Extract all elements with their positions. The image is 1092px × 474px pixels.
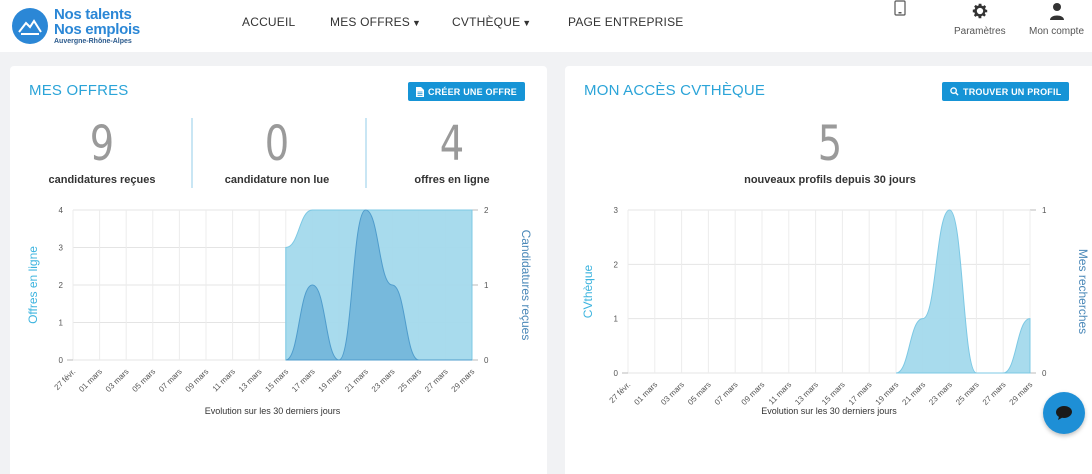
y-axis-title-right: Mes recherches bbox=[1076, 249, 1090, 334]
caret-down-icon: ▼ bbox=[522, 18, 532, 28]
x-tick-label: 27 févr. bbox=[52, 367, 77, 392]
y-tick-right: 2 bbox=[484, 206, 489, 215]
x-tick-label: 21 mars bbox=[900, 380, 927, 407]
x-tick-label: 17 mars bbox=[847, 380, 874, 407]
settings-button[interactable]: Paramètres bbox=[954, 2, 1006, 37]
x-tick-label: 05 mars bbox=[130, 367, 157, 394]
x-tick-label: 21 mars bbox=[343, 367, 370, 394]
x-tick-label: 07 mars bbox=[713, 380, 740, 407]
y-tick-left: 1 bbox=[614, 315, 619, 324]
nav-mes-offres-label: MES OFFRES bbox=[330, 15, 411, 29]
cvtheque-panel: MON ACCÈS CVTHÈQUE TROUVER UN PROFIL 5 n… bbox=[565, 66, 1092, 474]
x-axis-title: Evolution sur les 30 derniers jours bbox=[205, 406, 341, 416]
x-tick-label: 23 mars bbox=[927, 380, 954, 407]
x-tick-label: 27 févr. bbox=[607, 380, 632, 405]
x-tick-label: 01 mars bbox=[77, 367, 104, 394]
y-tick-left: 1 bbox=[59, 319, 64, 328]
y-tick-left: 2 bbox=[614, 260, 619, 269]
user-icon bbox=[1049, 3, 1064, 20]
x-tick-label: 27 mars bbox=[981, 380, 1008, 407]
settings-label: Paramètres bbox=[954, 26, 1006, 37]
y-tick-right: 0 bbox=[484, 356, 489, 365]
y-tick-left: 2 bbox=[59, 281, 64, 290]
y-tick-right: 0 bbox=[1042, 369, 1047, 378]
y-tick-right: 1 bbox=[484, 281, 489, 290]
nav-page-entreprise-label: PAGE ENTREPRISE bbox=[568, 15, 684, 29]
x-tick-label: 07 mars bbox=[157, 367, 184, 394]
y-tick-left: 4 bbox=[59, 206, 64, 215]
gear-icon bbox=[972, 3, 988, 19]
x-tick-label: 11 mars bbox=[767, 380, 793, 406]
x-tick-label: 29 mars bbox=[1008, 380, 1035, 407]
y-tick-left: 0 bbox=[614, 369, 619, 378]
x-tick-label: 13 mars bbox=[793, 380, 820, 407]
x-tick-label: 13 mars bbox=[237, 367, 264, 394]
y-tick-left: 3 bbox=[614, 206, 619, 215]
mes-offres-panel: MES OFFRES CRÉER UNE OFFRE 9 candidature… bbox=[10, 66, 547, 474]
caret-down-icon: ▼ bbox=[412, 18, 422, 28]
logo-line2: Nos emplois bbox=[54, 21, 140, 38]
offres-chart: 0 1 2 3 4 0 1 2 27 févr. 01 mars 03 mars 05 mars 07 … bbox=[26, 206, 533, 416]
x-axis-title: Evolution sur les 30 derniers jours bbox=[761, 406, 897, 416]
chat-bubble-icon bbox=[1056, 406, 1072, 420]
series-area-0 bbox=[895, 209, 1031, 374]
y-tick-left: 3 bbox=[59, 244, 64, 253]
x-tick-label: 19 mars bbox=[317, 367, 344, 394]
x-tick-label: 15 mars bbox=[820, 380, 847, 407]
y-tick-left: 0 bbox=[59, 356, 64, 365]
x-tick-label: 19 mars bbox=[874, 380, 901, 407]
x-tick-label: 03 mars bbox=[104, 367, 131, 394]
y-axis-title-left: CVthèque bbox=[581, 264, 595, 318]
nav-accueil[interactable]: ACCUEIL bbox=[242, 15, 295, 29]
logo[interactable]: Nos talents Nos emplois Auvergne-Rhône-A… bbox=[12, 4, 140, 48]
x-tick-label: 25 mars bbox=[954, 380, 981, 407]
y-tick-right: 1 bbox=[1042, 206, 1047, 215]
nav-cvtheque-label: CVTHÈQUE bbox=[452, 15, 521, 29]
chat-button[interactable] bbox=[1043, 392, 1085, 434]
logo-line1: Nos talents bbox=[54, 6, 132, 23]
x-tick-label: 29 mars bbox=[450, 367, 477, 394]
x-tick-label: 17 mars bbox=[290, 367, 317, 394]
x-tick-label: 03 mars bbox=[659, 380, 686, 407]
x-tick-label: 25 mars bbox=[396, 367, 423, 394]
logo-line3: Auvergne-Rhône-Alpes bbox=[54, 38, 132, 45]
x-tick-label: 15 mars bbox=[263, 367, 290, 394]
y-axis-title-left: Offres en ligne bbox=[26, 246, 40, 324]
top-header: Nos talents Nos emplois Auvergne-Rhône-A… bbox=[0, 0, 1092, 52]
nav-mes-offres[interactable]: MES OFFRES ▼ bbox=[330, 15, 421, 29]
x-tick-label: 11 mars bbox=[211, 367, 237, 393]
nav-page-entreprise[interactable]: PAGE ENTREPRISE bbox=[568, 15, 683, 29]
phone-icon[interactable] bbox=[894, 0, 906, 22]
x-tick-label: 27 mars bbox=[423, 367, 450, 394]
nav-accueil-label: ACCUEIL bbox=[242, 15, 296, 29]
x-tick-label: 01 mars bbox=[632, 380, 659, 407]
x-tick-label: 05 mars bbox=[686, 380, 713, 407]
cvtheque-chart: 0 1 2 3 0 1 27 févr. 01 mars 03 mars 05 mars 07 ma… bbox=[581, 206, 1090, 416]
x-tick-label: 09 mars bbox=[184, 367, 211, 394]
mountain-logo-icon bbox=[12, 8, 48, 44]
account-label: Mon compte bbox=[1029, 26, 1085, 37]
nav-cvtheque[interactable]: CVTHÈQUE ▼ bbox=[452, 15, 531, 29]
y-axis-title-right: Candidatures reçues bbox=[519, 230, 533, 341]
x-tick-label: 23 mars bbox=[370, 367, 397, 394]
x-tick-label: 09 mars bbox=[740, 380, 767, 407]
account-button[interactable]: Mon compte bbox=[1029, 2, 1084, 37]
